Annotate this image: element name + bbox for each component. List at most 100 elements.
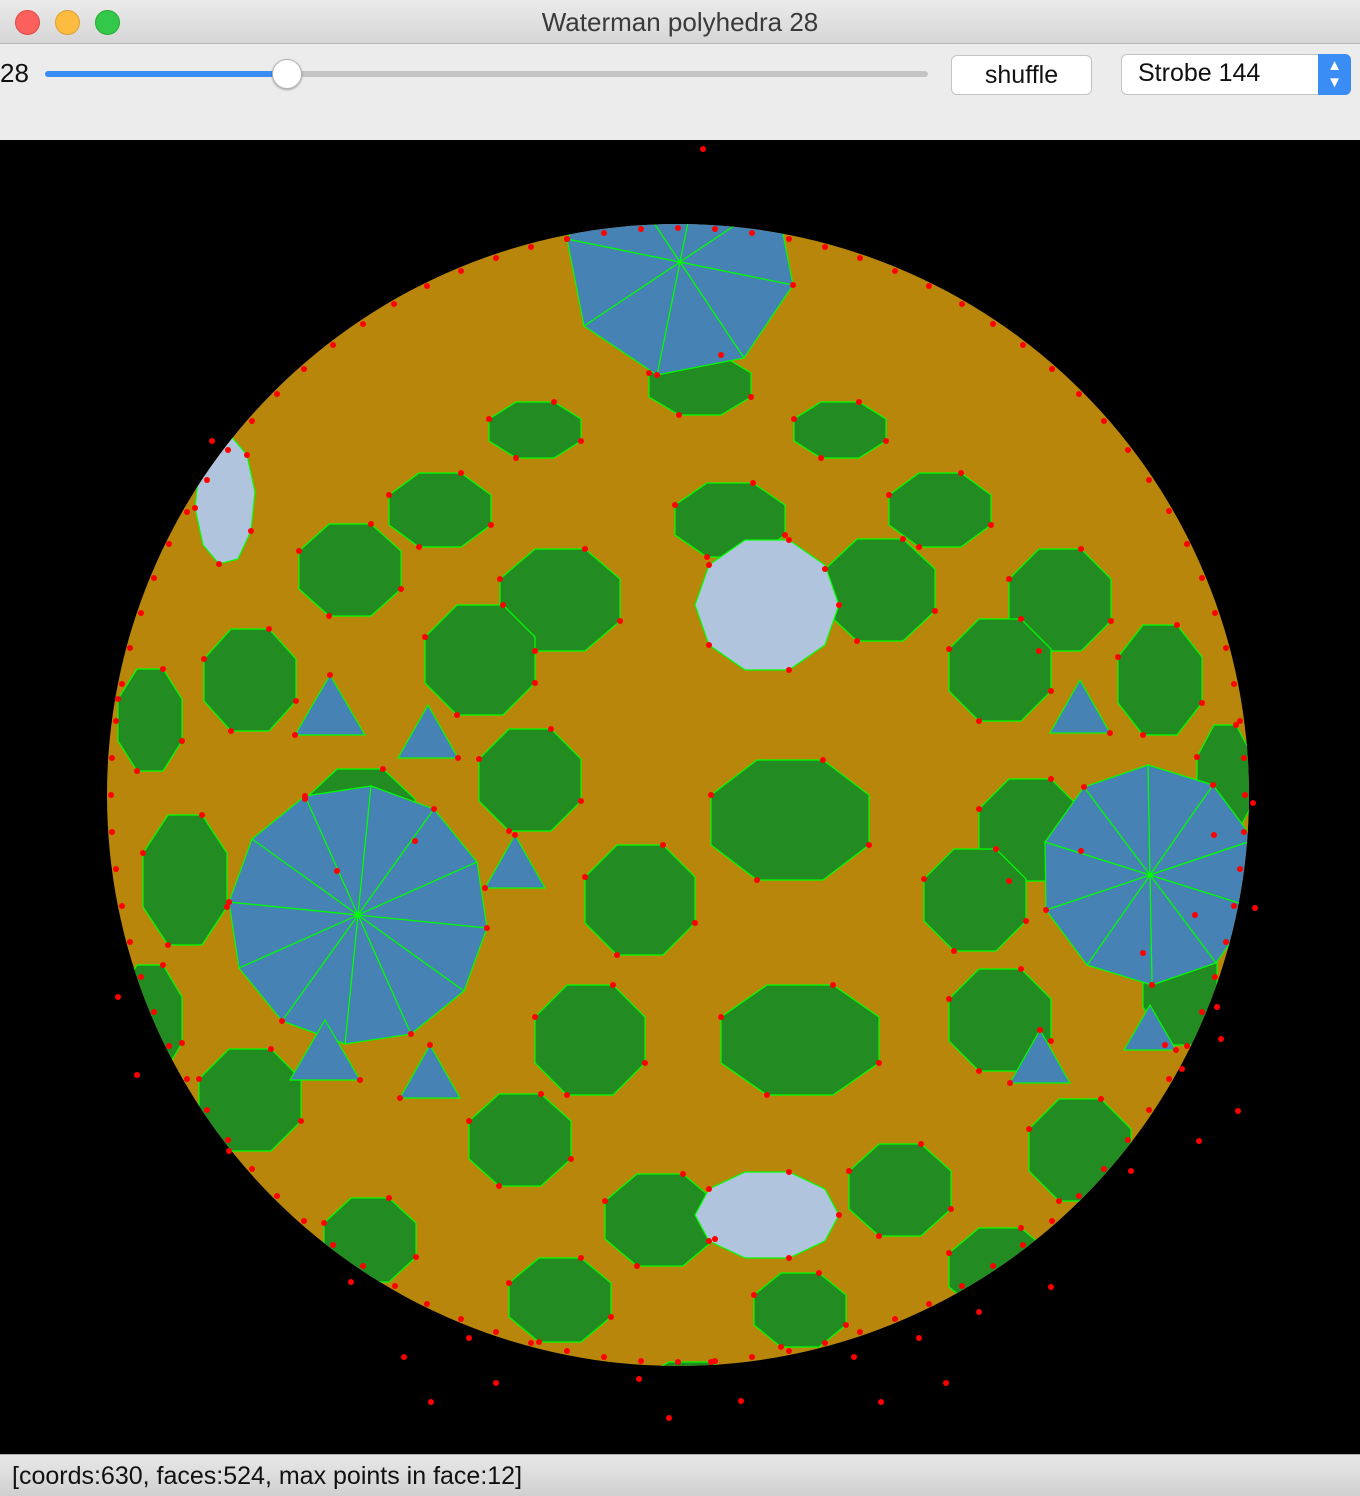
vertex-point [866,842,872,848]
vertex-point [1218,1036,1224,1042]
vertex-point [916,544,922,550]
vertex-point [1007,1080,1013,1086]
vertex-point [1231,903,1237,909]
vertex-point [976,718,982,724]
vertex-point [816,1270,822,1276]
vertex-point [791,416,797,422]
vertex-point [496,1183,502,1189]
vertex-point [1049,1218,1055,1224]
render-canvas[interactable] [0,140,1360,1454]
vertex-point [424,1301,430,1307]
vertex-point [292,732,298,738]
green-octagon-face [638,1361,742,1366]
light-decagon-face [694,1171,840,1259]
vertex-point [926,283,932,289]
vertex-point [166,541,172,547]
vertex-point [876,1233,882,1239]
green-octagon-face [948,618,1052,722]
palette-select[interactable]: Strobe 144 ▲ ▼ [1121,54,1351,95]
vertex-point [676,412,682,418]
vertex-point [386,492,392,498]
green-octagon-face [584,844,696,956]
vertex-point [321,1220,327,1226]
vertex-point [916,1335,922,1341]
vertex-point [330,342,336,348]
vertex-point [1076,391,1082,397]
vertex-point [1237,718,1243,724]
vertex-point [749,1354,755,1360]
vertex-point [249,418,255,424]
vertex-point [293,698,299,704]
vertex-point [109,829,115,835]
vertex-point [564,1348,570,1354]
vertex-point [548,726,554,732]
vertex-point [883,438,889,444]
vertex-point [856,399,862,405]
vertex-point [391,301,397,307]
vertex-point [946,646,952,652]
vertex-point [1242,792,1248,798]
vertex-point [892,1316,898,1322]
vertex-point [140,850,146,856]
vertex-point [564,236,570,242]
vertex-point [857,255,863,261]
chevron-up-down-icon[interactable]: ▲ ▼ [1318,54,1351,95]
vertex-point [634,1263,640,1269]
vertex-point [1048,688,1054,694]
vertex-point [296,548,302,554]
vertex-point [455,755,461,761]
vertex-point [244,452,250,458]
vertex-point [1184,541,1190,547]
vertex-point [921,876,927,882]
green-octagon-face [117,668,183,772]
toolbar: 28 shuffle Strobe 144 ▲ ▼ [0,44,1360,140]
vertex-point [274,391,280,397]
palette-select-value: Strobe 144 [1138,59,1261,87]
vertex-point [408,1031,414,1037]
vertex-point [1056,1198,1062,1204]
title-bar[interactable]: Waterman polyhedra 28 [0,0,1360,44]
vertex-point [1018,616,1024,622]
vertex-point [506,1280,512,1286]
vertex-point [582,874,588,880]
vertex-point [786,537,792,543]
vertex-point [638,1358,644,1364]
vertex-point [1210,782,1216,788]
vertex-point [578,798,584,804]
vertex-point [422,634,428,640]
level-slider[interactable] [45,59,928,89]
vertex-point [1146,477,1152,483]
vertex-point [948,1206,954,1212]
vertex-point [249,1166,255,1172]
vertex-point [568,1156,574,1162]
vertex-point [1241,755,1247,761]
vertex-point [1237,866,1243,872]
vertex-point [196,1076,202,1082]
vertex-point [1223,645,1229,651]
green-octagon-face [198,1048,302,1152]
vertex-point [712,1358,718,1364]
vertex-point [513,455,519,461]
vertex-point [488,522,494,528]
vertex-point [836,602,842,608]
vertex-point [115,696,121,702]
vertex-point [1166,508,1172,514]
vertex-point [413,1254,419,1260]
slider-thumb[interactable] [271,59,302,89]
vertex-point [386,1195,392,1201]
vertex-point [493,1380,499,1386]
vertex-point [786,667,792,673]
vertex-point [301,366,307,372]
vertex-point [1199,575,1205,581]
vertex-point [704,554,710,560]
vertex-point [608,1314,614,1320]
vertex-point [1048,1284,1054,1290]
vertex-point [1241,829,1247,835]
polyhedron-view[interactable] [0,140,1360,1454]
vertex-point [943,1380,949,1386]
shuffle-button[interactable]: shuffle [951,55,1092,95]
vertex-point [680,1171,686,1177]
green-octagon-face [1181,1038,1239,1142]
vertex-point [248,528,254,534]
vertex-point [458,1316,464,1322]
